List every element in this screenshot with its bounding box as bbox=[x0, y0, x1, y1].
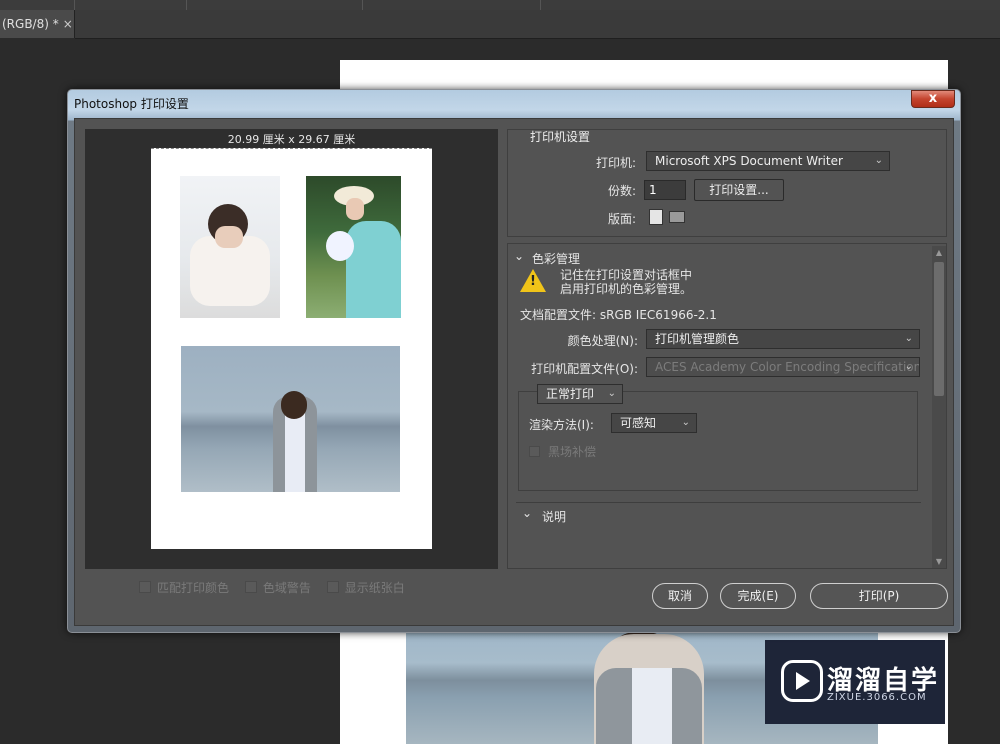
watermark-logo: 溜溜自学 ZIXUE.3066.COM bbox=[765, 640, 945, 724]
description-section[interactable]: 说明 bbox=[542, 508, 566, 525]
print-preview: 20.99 厘米 x 29.67 厘米 bbox=[85, 129, 498, 569]
chevron-down-icon: ⌄ bbox=[607, 388, 616, 399]
done-button[interactable]: 完成(E) bbox=[720, 583, 796, 609]
color-handling-select[interactable]: 打印机管理颜色 ⌄ bbox=[646, 329, 920, 349]
scroll-down-icon[interactable]: ▼ bbox=[934, 557, 944, 566]
close-button[interactable]: x bbox=[911, 90, 955, 108]
color-management-title[interactable]: 色彩管理 bbox=[532, 250, 580, 267]
play-icon bbox=[781, 660, 823, 702]
scroll-up-icon[interactable]: ▲ bbox=[934, 248, 944, 257]
document-profile: 文档配置文件: sRGB IEC61966-2.1 bbox=[520, 308, 717, 322]
layout-label: 版面: bbox=[607, 212, 636, 226]
preview-photo-1 bbox=[180, 176, 280, 318]
portrait-orientation-icon[interactable] bbox=[649, 209, 663, 225]
printer-profile-select[interactable]: ACES Academy Color Encoding Specificatio… bbox=[646, 357, 920, 377]
checkbox-icon bbox=[139, 581, 151, 593]
chevron-down-icon: ⌄ bbox=[904, 333, 913, 344]
preview-options: 匹配打印颜色 色域警告 显示纸张白 bbox=[139, 579, 417, 596]
preview-photo-2 bbox=[306, 176, 401, 318]
scrollbar-thumb[interactable] bbox=[934, 262, 944, 396]
printer-select[interactable]: Microsoft XPS Document Writer ⌄ bbox=[646, 151, 890, 171]
checkbox-icon bbox=[529, 446, 540, 457]
close-icon[interactable]: × bbox=[63, 17, 73, 31]
tab-strip bbox=[75, 10, 1000, 39]
print-setup-button[interactable]: 打印设置... bbox=[694, 179, 784, 201]
printer-label: 打印机: bbox=[595, 156, 636, 170]
print-button[interactable]: 打印(P) bbox=[810, 583, 948, 609]
watermark-url: ZIXUE.3066.COM bbox=[827, 692, 927, 703]
render-intent-select[interactable]: 可感知 ⌄ bbox=[611, 413, 697, 433]
color-handling-label: 颜色处理(N): bbox=[567, 334, 638, 348]
divider bbox=[516, 502, 921, 503]
print-settings-dialog: Photoshop 打印设置 x 20.99 厘米 x 29.67 厘米 匹配打… bbox=[67, 89, 961, 633]
black-point-checkbox[interactable]: 黑场补偿 bbox=[529, 443, 596, 460]
gamut-warning-checkbox[interactable]: 色域警告 bbox=[244, 579, 311, 596]
render-intent-label: 渲染方法(I): bbox=[529, 418, 594, 432]
print-mode-group: 正常打印 ⌄ 渲染方法(I): 可感知 ⌄ 黑场补偿 bbox=[518, 384, 918, 491]
chevron-down-icon: ⌄ bbox=[874, 155, 883, 166]
cancel-button[interactable]: 取消 bbox=[652, 583, 708, 609]
checkbox-icon bbox=[244, 581, 257, 593]
printer-profile-label: 打印机配置文件(O): bbox=[531, 362, 638, 376]
document-tab-label: (RGB/8) * bbox=[2, 17, 59, 31]
chevron-down-icon: ⌄ bbox=[904, 361, 913, 372]
warning-icon: ! bbox=[520, 269, 546, 292]
paper-dimensions: 20.99 厘米 x 29.67 厘米 bbox=[227, 133, 356, 146]
chevron-down-icon[interactable]: ⌄ bbox=[522, 506, 532, 520]
warning-text-2: 启用打印机的色彩管理。 bbox=[560, 282, 693, 296]
match-print-colors-checkbox[interactable]: 匹配打印颜色 bbox=[139, 579, 229, 596]
show-paper-white-checkbox[interactable]: 显示纸张白 bbox=[326, 579, 405, 596]
document-tab[interactable]: (RGB/8) * × bbox=[0, 10, 75, 38]
copies-label: 份数: bbox=[607, 184, 636, 198]
checkbox-icon bbox=[326, 581, 339, 593]
print-mode-select[interactable]: 正常打印 ⌄ bbox=[537, 384, 623, 404]
copies-input[interactable]: 1 bbox=[644, 180, 686, 200]
preview-page[interactable] bbox=[151, 148, 432, 549]
divider bbox=[540, 0, 541, 10]
chevron-down-icon: ⌄ bbox=[681, 417, 690, 428]
chevron-down-icon[interactable]: ⌄ bbox=[514, 249, 524, 263]
printer-settings-group: 打印机设置 打印机: Microsoft XPS Document Writer… bbox=[507, 129, 947, 237]
dialog-body: 20.99 厘米 x 29.67 厘米 匹配打印颜色 色域警告 显示纸张白 打印… bbox=[74, 118, 954, 626]
color-management-group: ▲ ▼ ⌄ 色彩管理 ! 记住在打印设置对话框中 启用打印机的色彩管理。 文档配… bbox=[507, 243, 947, 569]
printer-settings-title: 打印机设置 bbox=[530, 130, 591, 144]
dialog-title: Photoshop 打印设置 bbox=[74, 97, 189, 111]
landscape-orientation-icon[interactable] bbox=[669, 211, 685, 223]
preview-photo-3 bbox=[181, 346, 400, 492]
divider bbox=[186, 0, 187, 10]
divider bbox=[74, 0, 75, 10]
divider bbox=[362, 0, 363, 10]
scrollbar[interactable]: ▲ ▼ bbox=[932, 246, 946, 568]
